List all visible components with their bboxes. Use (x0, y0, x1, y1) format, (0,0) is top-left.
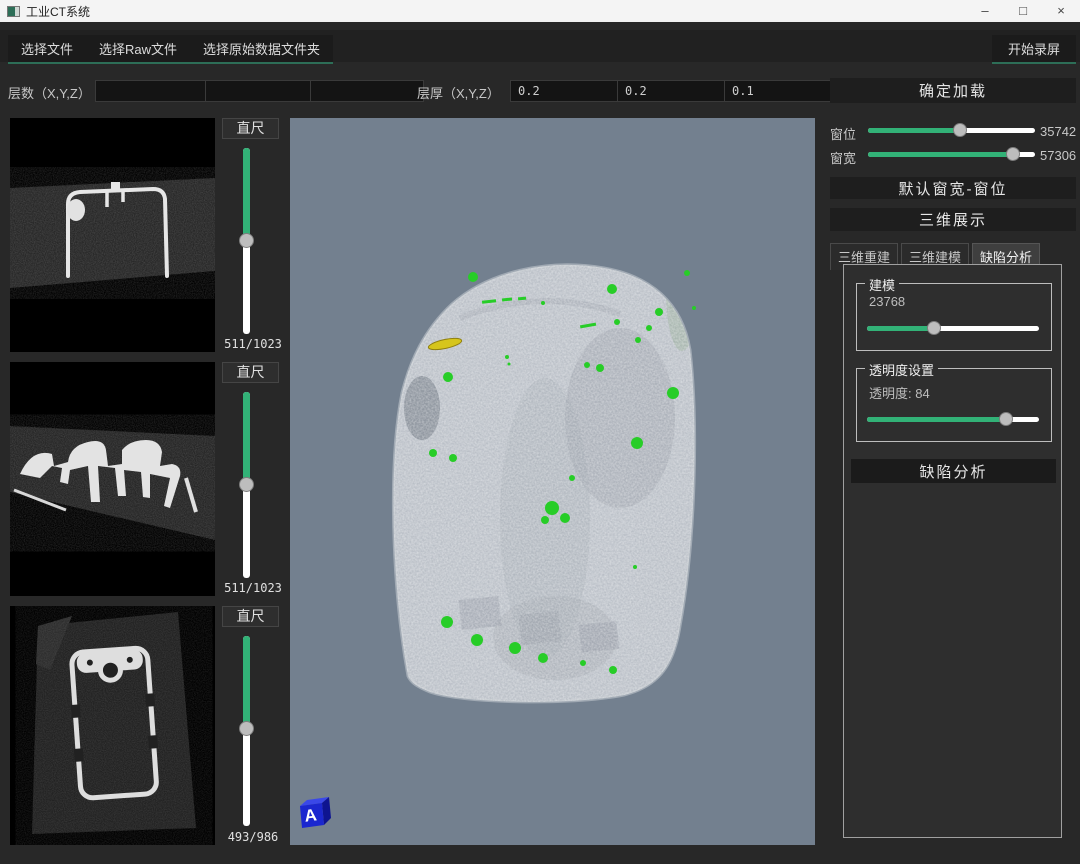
slice-view-3: 直尺 493/986 (10, 606, 282, 845)
window-level-value: 35742 (1040, 124, 1076, 139)
ruler-button-3[interactable]: 直尺 (222, 606, 279, 627)
slider-handle[interactable] (999, 412, 1013, 426)
window-controls: – □ × (966, 0, 1080, 22)
slider-handle[interactable] (953, 123, 967, 137)
opacity-value-label: 透明度: 84 (869, 383, 930, 402)
slice-2-slider[interactable] (239, 392, 254, 578)
ruler-button-1[interactable]: 直尺 (222, 118, 279, 139)
3d-render (290, 118, 815, 845)
layers-y-input[interactable] (205, 80, 319, 102)
layers-z-input[interactable] (310, 80, 424, 102)
title-bar: 工业CT系统 – □ × (0, 0, 1080, 22)
ct-slice-2-image[interactable] (10, 362, 215, 596)
window-width-value: 57306 (1040, 148, 1076, 163)
thickness-z-input[interactable] (724, 80, 838, 102)
slider-handle[interactable] (239, 477, 254, 492)
select-raw-file-button[interactable]: 选择Raw文件 (86, 35, 190, 62)
layers-label: 层数（X,Y,Z） (8, 83, 91, 102)
start-recording-button[interactable]: 开始录屏 (992, 35, 1076, 64)
slice-view-1: 直尺 511/1023 (10, 118, 282, 352)
thickness-label: 层厚（X,Y,Z） (417, 83, 500, 102)
default-window-button[interactable]: 默认窗宽-窗位 (830, 177, 1076, 199)
slice-3-slider[interactable] (239, 636, 254, 826)
modeling-slider[interactable] (867, 320, 1039, 336)
confirm-load-button[interactable]: 确定加载 (830, 78, 1076, 103)
modeling-value: 23768 (869, 294, 905, 309)
window-title: 工业CT系统 (26, 3, 90, 20)
defect-analysis-panel: 建模 23768 透明度设置 透明度: 84 缺陷分析 (843, 264, 1062, 838)
svg-text:A: A (303, 805, 318, 825)
ct-slice-3-image[interactable] (10, 606, 215, 845)
opacity-slider[interactable] (867, 411, 1039, 427)
select-raw-data-folder-button[interactable]: 选择原始数据文件夹 (190, 35, 333, 62)
modeling-group-title: 建模 (865, 275, 899, 294)
slider-handle[interactable] (239, 233, 254, 248)
slider-track (867, 326, 1039, 331)
window-width-slider[interactable] (868, 146, 1035, 162)
slider-track (868, 128, 1035, 133)
modeling-groupbox: 建模 23768 (856, 283, 1052, 351)
orientation-cube-logo: A (296, 794, 336, 830)
maximize-button[interactable]: □ (1004, 0, 1042, 22)
industrial-ct-app: 工业CT系统 – □ × 选择文件 选择Raw文件 选择原始数据文件夹 开始录屏… (0, 0, 1080, 864)
slice-2-position: 511/1023 (218, 581, 288, 595)
window-level-label: 窗位 (830, 124, 856, 143)
app-icon (7, 6, 20, 17)
opacity-group-title: 透明度设置 (865, 360, 938, 379)
slider-handle[interactable] (1006, 147, 1020, 161)
slice-view-2: 直尺 511/1023 (10, 362, 282, 596)
file-menu-group: 选择文件 选择Raw文件 选择原始数据文件夹 (8, 35, 333, 64)
close-button[interactable]: × (1042, 0, 1080, 22)
display-3d-button[interactable]: 三维展示 (830, 208, 1076, 231)
window-width-label: 窗宽 (830, 148, 856, 167)
slider-handle[interactable] (239, 721, 254, 736)
menu-bar: 选择文件 选择Raw文件 选择原始数据文件夹 开始录屏 (0, 30, 1080, 62)
window-level-slider[interactable] (868, 122, 1035, 138)
layers-x-input[interactable] (95, 80, 209, 102)
slice-1-slider[interactable] (239, 148, 254, 334)
ruler-button-2[interactable]: 直尺 (222, 362, 279, 383)
thickness-x-input[interactable] (510, 80, 624, 102)
defect-analysis-button[interactable]: 缺陷分析 (851, 459, 1056, 483)
select-file-button[interactable]: 选择文件 (8, 35, 86, 62)
opacity-groupbox: 透明度设置 透明度: 84 (856, 368, 1052, 442)
slider-handle[interactable] (927, 321, 941, 335)
minimize-button[interactable]: – (966, 0, 1004, 22)
ct-slice-1-image[interactable] (10, 118, 215, 352)
viewport-3d[interactable]: A (290, 118, 815, 845)
slider-track (867, 417, 1039, 422)
thickness-y-input[interactable] (617, 80, 731, 102)
slice-3-position: 493/986 (218, 830, 288, 844)
slice-1-position: 511/1023 (218, 337, 288, 351)
